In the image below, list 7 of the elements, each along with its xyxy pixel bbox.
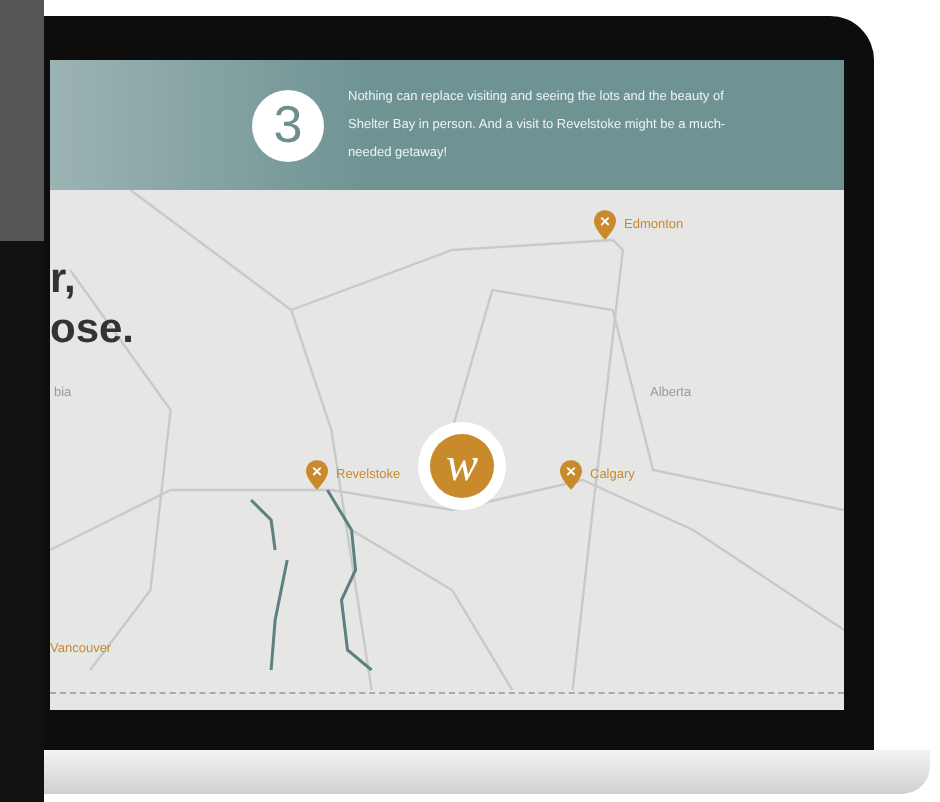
heading-text: ose.	[50, 304, 135, 354]
map-pin-icon[interactable]	[560, 460, 582, 490]
map-pin-icon[interactable]	[594, 210, 616, 240]
heading-text: r,	[50, 254, 78, 304]
step-number: 3	[252, 89, 324, 161]
logo-badge[interactable]: w	[418, 422, 506, 510]
map-pin-icon[interactable]	[306, 460, 328, 490]
